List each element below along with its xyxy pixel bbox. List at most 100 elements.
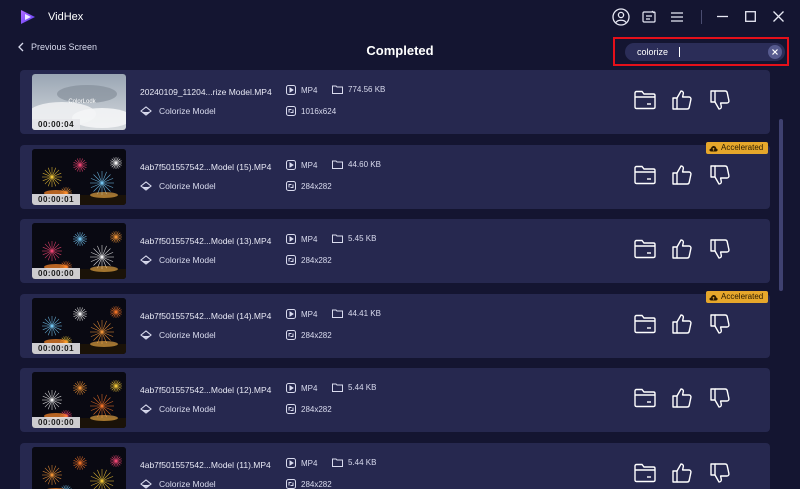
file-size-text: 44.60 KB xyxy=(348,160,381,169)
folder-icon xyxy=(634,90,656,110)
maximize-icon[interactable] xyxy=(738,5,762,29)
accelerated-badge: Accelerated xyxy=(706,142,769,154)
file-format-text: MP4 xyxy=(301,383,318,393)
resolution-text: 284x282 xyxy=(301,479,332,489)
file-name: 4ab7f501557542...Model (15).MP4 xyxy=(140,162,272,172)
file-format-text: MP4 xyxy=(301,458,318,468)
resolution: 284x282 xyxy=(286,404,332,414)
model-name: Colorize Model xyxy=(159,106,216,116)
model-label: Colorize Model xyxy=(140,106,216,116)
minimize-icon[interactable] xyxy=(710,5,734,29)
dislike-button[interactable] xyxy=(708,312,732,336)
file-size-text: 5.44 KB xyxy=(348,458,377,467)
folder-icon xyxy=(634,463,656,483)
file-size: 44.41 KB xyxy=(332,309,381,318)
scrollbar-thumb[interactable] xyxy=(779,119,783,291)
file-size: 44.60 KB xyxy=(332,160,381,169)
model-label: Colorize Model xyxy=(140,255,216,265)
open-folder-button[interactable] xyxy=(633,312,657,336)
like-button[interactable] xyxy=(670,312,694,336)
open-folder-button[interactable] xyxy=(633,163,657,187)
video-duration: 00:00:01 xyxy=(32,343,81,354)
accelerated-label: Accelerated xyxy=(721,143,764,152)
thumbs-down-icon xyxy=(710,388,730,408)
scrollbar[interactable] xyxy=(779,67,785,489)
dislike-button[interactable] xyxy=(708,386,732,410)
resolution: 1016x624 xyxy=(286,106,336,116)
thumbs-down-icon xyxy=(710,314,730,334)
video-format-icon xyxy=(286,234,296,244)
resolution-icon xyxy=(286,181,296,191)
model-name: Colorize Model xyxy=(159,181,216,191)
accelerated-badge: Accelerated xyxy=(706,291,769,303)
titlebar-divider xyxy=(701,9,702,24)
dislike-button[interactable] xyxy=(708,461,732,485)
title-bar: VidHex xyxy=(0,0,800,33)
resolution: 284x282 xyxy=(286,181,332,191)
file-format: MP4 xyxy=(286,309,317,319)
resolution-icon xyxy=(286,255,296,265)
file-format: MP4 xyxy=(286,383,317,393)
video-thumbnail[interactable]: 00:00:01 xyxy=(32,298,126,354)
thumbs-down-icon xyxy=(710,239,730,259)
like-button[interactable] xyxy=(670,386,694,410)
page-header: Previous Screen Completed xyxy=(0,33,800,67)
clear-search-button[interactable] xyxy=(768,45,782,59)
text-cursor xyxy=(679,47,680,57)
like-button[interactable] xyxy=(670,461,694,485)
folder-icon xyxy=(634,314,656,334)
model-name: Colorize Model xyxy=(159,404,216,414)
video-format-icon xyxy=(286,458,296,468)
file-size-text: 774.56 KB xyxy=(348,85,386,94)
thumbs-up-icon xyxy=(672,463,692,483)
like-button[interactable] xyxy=(670,237,694,261)
list-item: 00:00:00 4ab7f501557542...Model (12).MP4… xyxy=(20,368,770,432)
thumbs-up-icon xyxy=(672,90,692,110)
video-thumbnail[interactable]: 00:00:00 xyxy=(32,372,126,428)
search-input[interactable] xyxy=(637,43,761,61)
open-folder-button[interactable] xyxy=(633,386,657,410)
video-thumbnail[interactable]: 00:00:01 xyxy=(32,149,126,205)
like-button[interactable] xyxy=(670,88,694,112)
video-thumbnail[interactable]: 00:00:00 xyxy=(32,447,126,489)
close-icon[interactable] xyxy=(766,5,790,29)
video-thumbnail[interactable]: ColorLodk 00:00:04 xyxy=(32,74,126,130)
feedback-icon[interactable] xyxy=(637,5,661,29)
resolution: 284x282 xyxy=(286,330,332,340)
video-duration: 00:00:00 xyxy=(32,268,81,279)
list-item: 00:00:00 4ab7f501557542...Model (11).MP4… xyxy=(20,443,770,489)
model-label: Colorize Model xyxy=(140,404,216,414)
file-format-text: MP4 xyxy=(301,160,318,170)
folder-icon xyxy=(634,388,656,408)
folder-small-icon xyxy=(332,383,343,392)
resolution-text: 284x282 xyxy=(301,181,332,191)
thumbs-up-icon xyxy=(672,165,692,185)
model-label: Colorize Model xyxy=(140,479,216,489)
dislike-button[interactable] xyxy=(708,88,732,112)
search-highlight-box xyxy=(613,37,789,66)
account-icon[interactable] xyxy=(609,5,633,29)
like-button[interactable] xyxy=(670,163,694,187)
video-duration: 00:00:00 xyxy=(32,417,81,428)
model-name: Colorize Model xyxy=(159,330,216,340)
resolution-text: 284x282 xyxy=(301,404,332,414)
file-format: MP4 xyxy=(286,234,317,244)
file-format-text: MP4 xyxy=(301,309,318,319)
video-thumbnail[interactable]: 00:00:00 xyxy=(32,223,126,279)
file-size-text: 5.44 KB xyxy=(348,383,377,392)
resolution-icon xyxy=(286,330,296,340)
colorize-model-icon xyxy=(140,181,152,191)
list-item: 00:00:00 4ab7f501557542...Model (13).MP4… xyxy=(20,219,770,283)
open-folder-button[interactable] xyxy=(633,88,657,112)
menu-icon[interactable] xyxy=(665,5,689,29)
file-format: MP4 xyxy=(286,458,317,468)
folder-small-icon xyxy=(332,85,343,94)
search-box xyxy=(625,43,785,61)
resolution-text: 284x282 xyxy=(301,330,332,340)
dislike-button[interactable] xyxy=(708,237,732,261)
dislike-button[interactable] xyxy=(708,163,732,187)
folder-small-icon xyxy=(332,234,343,243)
close-small-icon xyxy=(772,49,778,55)
open-folder-button[interactable] xyxy=(633,461,657,485)
open-folder-button[interactable] xyxy=(633,237,657,261)
